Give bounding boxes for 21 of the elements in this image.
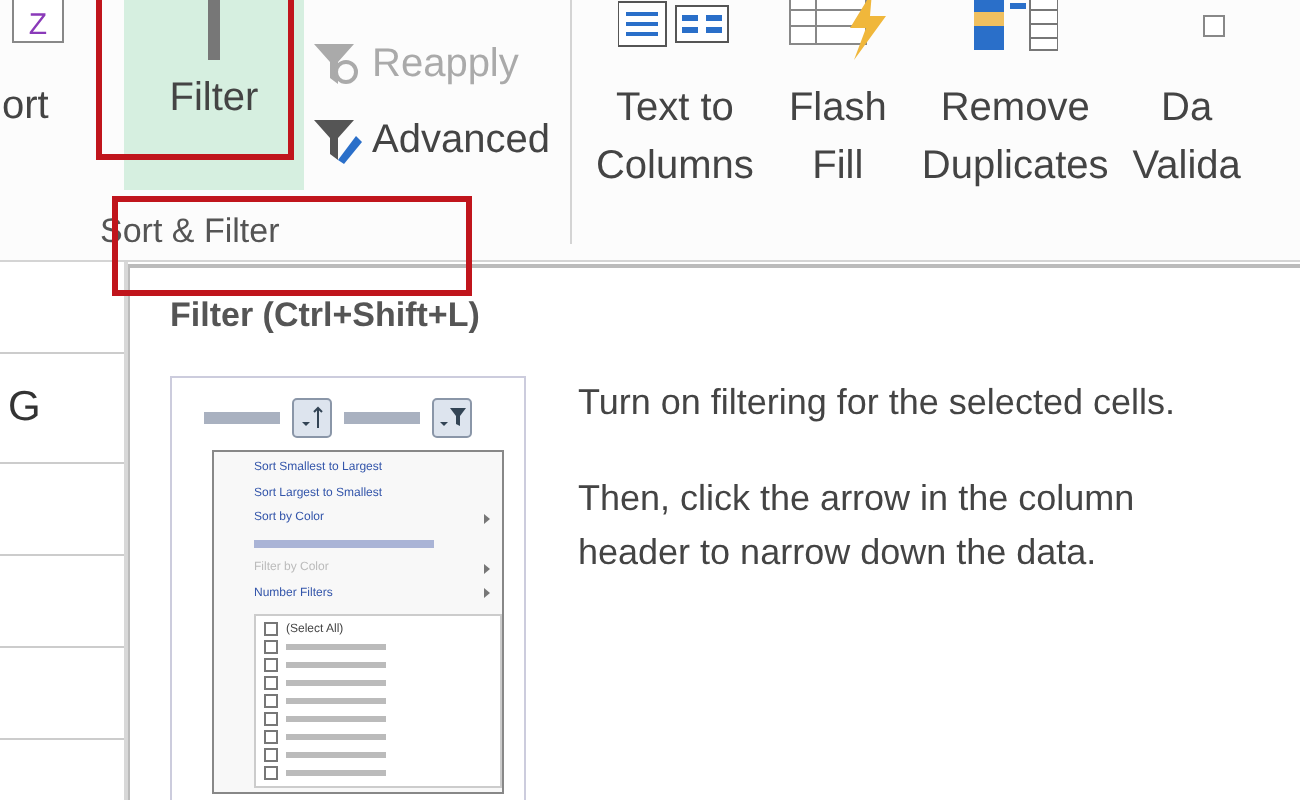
sort-icon[interactable]: Z bbox=[12, 0, 64, 44]
sort-label[interactable]: ort bbox=[2, 84, 49, 130]
submenu-arrow-icon bbox=[484, 588, 490, 599]
ribbon-tool-button[interactable]: Text to Columns bbox=[583, 0, 766, 196]
funnel-refresh-icon bbox=[312, 40, 364, 88]
dropdown-filter-icon bbox=[432, 398, 472, 438]
tooltip-description: Turn on filtering for the selected cells. bbox=[578, 380, 1177, 426]
ribbon-tool-button[interactable]: Da Valida bbox=[1120, 0, 1253, 196]
submenu-arrow-icon bbox=[484, 513, 490, 524]
tooltip-title: Filter (Ctrl+Shift+L) bbox=[170, 296, 482, 336]
tooltip-description: Then, click the arrow in the column header to narrow down the data. bbox=[578, 476, 1137, 576]
submenu-arrow-icon bbox=[484, 563, 490, 574]
filter-button[interactable]: Filter bbox=[124, 0, 304, 190]
dropdown-sort-icon bbox=[292, 398, 332, 438]
ribbon-tool-button[interactable]: Remove Duplicates bbox=[909, 0, 1121, 196]
column-header: G bbox=[8, 384, 41, 432]
ribbon-tool-button[interactable]: Flash Fill bbox=[765, 0, 910, 196]
advanced-button[interactable]: Advanced bbox=[312, 116, 550, 164]
funnel-icon bbox=[204, 0, 224, 60]
validation-icon bbox=[1202, 14, 1227, 38]
funnel-pencil-icon bbox=[312, 116, 364, 164]
